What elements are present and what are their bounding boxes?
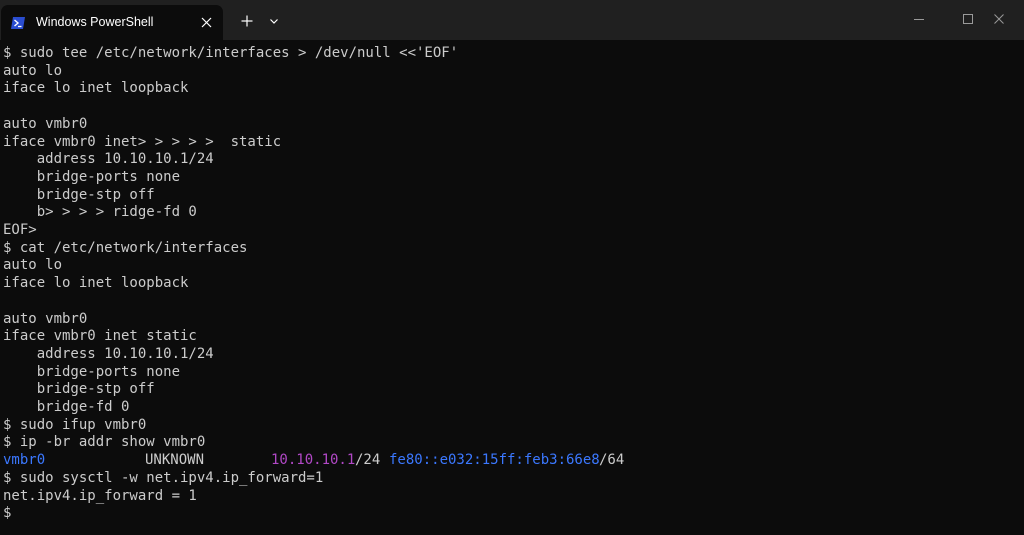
terminal-line: iface lo inet loopback [3,80,189,97]
interface-state: UNKNOWN [145,452,205,469]
tab-title: Windows PowerShell [36,15,154,29]
terminal-line: EOF> [3,222,37,238]
interface-name: vmbr0 [3,452,46,469]
terminal-line: address 10.10.10.1/24 [3,345,214,362]
terminal-line: iface lo inet loopback [3,275,189,292]
terminal-line: bridge-ports none [3,168,181,185]
title-bar: Windows PowerShell [0,0,1024,40]
terminal-line: $ ip -br addr show vmbr0 [3,434,206,451]
plus-icon[interactable] [236,10,258,32]
ipv6-prefix: /64 [599,452,625,469]
terminal-line: $ cat /etc/network/interfaces [3,239,248,256]
terminal-output[interactable]: $ sudo tee /etc/network/interfaces > /de… [0,45,1024,535]
terminal-line: iface vmbr0 inet static [3,328,197,345]
close-icon[interactable] [199,15,214,30]
prompt-line: $ [3,505,12,522]
close-icon[interactable] [976,0,1022,38]
terminal-line: auto lo [3,62,63,79]
terminal-line: iface vmbr0 inet> > > > > static [3,133,282,150]
terminal-line: auto lo [3,257,63,274]
terminal-line: address 10.10.10.1/24 [3,151,214,168]
terminal-line: $ sudo tee /etc/network/interfaces > /de… [3,45,459,61]
tab-windows-powershell[interactable]: Windows PowerShell [1,5,223,40]
terminal-line: bridge-stp off [3,381,155,398]
terminal-line: $ sudo sysctl -w net.ipv4.ip_forward=1 [3,469,324,486]
terminal-line: bridge-ports none [3,363,181,380]
terminal-line: auto vmbr0 [3,115,88,132]
powershell-icon [11,15,25,29]
minimize-icon[interactable] [896,0,942,38]
terminal-line: bridge-fd 0 [3,399,130,415]
ipv4-address: 10.10.10.1 [271,452,356,469]
terminal-line: auto vmbr0 [3,310,88,327]
ipv6-address: fe80::e032:15ff:feb3:66e8 [389,452,600,469]
addr-output-row: vmbr0 UNKNOWN 10.10.10.1 /24 fe80::e032:… [3,452,703,470]
ipv4-prefix: /24 [355,452,381,469]
terminal-line: b> > > > ridge-fd 0 [3,204,197,221]
chevron-down-icon[interactable] [264,10,284,32]
terminal-line: bridge-stp off [3,186,155,203]
terminal-line: $ sudo ifup vmbr0 [3,416,147,433]
terminal-line: net.ipv4.ip_forward = 1 [3,487,197,504]
